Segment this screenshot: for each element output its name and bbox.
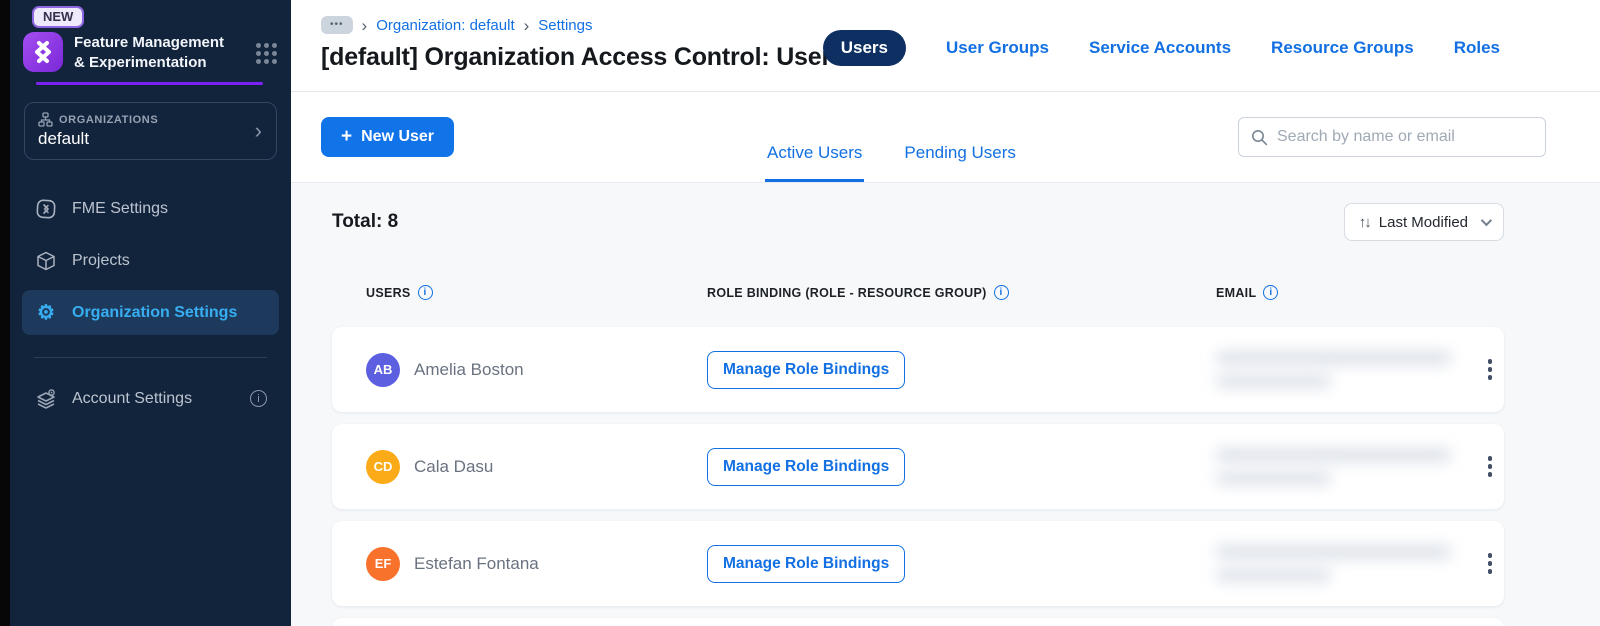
split-logo-icon <box>23 32 63 72</box>
kebab-menu-icon[interactable] <box>1478 452 1502 481</box>
kebab-menu-icon[interactable] <box>1478 355 1502 384</box>
redacted-email <box>1216 448 1466 485</box>
sidebar-item-label: Account Settings <box>72 389 193 407</box>
sidebar-item-label: Projects <box>72 251 130 269</box>
page-header: ••• › Organization: default › Settings [… <box>291 0 1600 92</box>
layers-gear-icon <box>34 387 58 411</box>
window-edge <box>0 0 10 626</box>
avatar: AB <box>366 352 400 387</box>
search-icon <box>1252 129 1268 145</box>
brand: Feature Management & Experimentation <box>22 31 277 73</box>
chevron-down-icon <box>1480 214 1493 227</box>
users-list-panel: Total: 8 ↑↓ Last Modified USERS i ROLE B… <box>291 183 1600 626</box>
table-header-row: USERS i ROLE BINDING (ROLE - RESOURCE GR… <box>332 285 1504 300</box>
sidebar-divider <box>34 357 267 358</box>
organizations-label: ORGANIZATIONS <box>59 113 159 126</box>
sidebar-item-organization-settings[interactable]: ⚙ Organization Settings <box>22 290 279 335</box>
avatar: EF <box>366 546 400 581</box>
info-icon[interactable]: i <box>250 390 267 407</box>
table-row: AB Amelia Boston Manage Role Bindings <box>332 327 1504 412</box>
organization-value: default <box>38 129 90 148</box>
column-header-role-binding: ROLE BINDING (ROLE - RESOURCE GROUP) i <box>707 285 1216 300</box>
info-icon[interactable]: i <box>417 285 433 300</box>
avatar: CD <box>366 449 400 484</box>
tab-active-users[interactable]: Active Users <box>765 143 865 182</box>
user-state-tabs: Active Users Pending Users <box>765 143 1018 182</box>
chevron-right-icon: › <box>254 118 262 143</box>
search-box <box>1238 117 1546 157</box>
organization-selector[interactable]: ORGANIZATIONS default › <box>24 102 277 160</box>
chevron-right-icon: › <box>523 15 530 35</box>
tab-pending-users[interactable]: Pending Users <box>902 143 1018 182</box>
user-name: Amelia Boston <box>414 359 524 379</box>
toolbar: + New User Active Users Pending Users <box>291 92 1600 183</box>
breadcrumb-ellipsis[interactable]: ••• <box>321 16 353 34</box>
cube-icon <box>34 250 58 272</box>
manage-role-bindings-button[interactable]: Manage Role Bindings <box>707 447 906 486</box>
sidebar-nav: FME Settings Projects ⚙ Organization Set… <box>10 186 291 421</box>
sidebar-item-label: FME Settings <box>72 199 169 217</box>
new-badge: NEW <box>32 6 85 28</box>
breadcrumb-link-organization[interactable]: Organization: default <box>376 17 514 34</box>
user-name: Cala Dasu <box>414 456 494 476</box>
access-control-nav: Users User Groups Service Accounts Resou… <box>822 30 1500 66</box>
brand-accent-rule <box>36 82 263 85</box>
search-input[interactable] <box>1277 128 1533 146</box>
sidebar-item-projects[interactable]: Projects <box>22 238 279 283</box>
table-row: CD Cala Dasu Manage Role Bindings <box>332 424 1504 509</box>
info-icon[interactable]: i <box>1263 285 1279 300</box>
kebab-menu-icon[interactable] <box>1478 549 1502 578</box>
user-name: Estefan Fontana <box>414 553 539 573</box>
total-count: Total: 8 <box>332 211 399 232</box>
manage-role-bindings-button[interactable]: Manage Role Bindings <box>707 350 906 389</box>
split-outline-icon <box>34 197 58 221</box>
sidebar-item-label: Organization Settings <box>72 303 238 321</box>
sidebar-item-fme-settings[interactable]: FME Settings <box>22 186 279 231</box>
user-cell: AB Amelia Boston <box>366 352 707 387</box>
table-row: EF Estefan Fontana Manage Role Bindings <box>332 521 1504 606</box>
tab-service-accounts[interactable]: Service Accounts <box>1089 38 1231 58</box>
column-header-users: USERS i <box>366 285 707 300</box>
new-user-button[interactable]: + New User <box>321 117 455 157</box>
new-user-button-label: New User <box>361 128 435 145</box>
sort-dropdown-value: Last Modified <box>1378 213 1468 231</box>
breadcrumb-link-settings[interactable]: Settings <box>538 17 592 34</box>
next-row-partial <box>332 618 1504 626</box>
chevron-right-icon: › <box>361 15 368 35</box>
tab-user-groups[interactable]: User Groups <box>946 38 1049 58</box>
user-cell: EF Estefan Fontana <box>366 546 707 581</box>
apps-grid-icon[interactable] <box>256 43 277 64</box>
info-icon[interactable]: i <box>993 285 1009 300</box>
users-table: AB Amelia Boston Manage Role Bindings CD… <box>332 327 1504 626</box>
user-cell: CD Cala Dasu <box>366 449 707 484</box>
column-header-email: EMAIL i <box>1216 285 1438 300</box>
tab-roles[interactable]: Roles <box>1454 38 1500 58</box>
tab-users[interactable]: Users <box>822 30 907 66</box>
manage-role-bindings-button[interactable]: Manage Role Bindings <box>707 544 906 583</box>
sidebar-item-account-settings[interactable]: Account Settings i <box>22 376 279 421</box>
product-title: Feature Management & Experimentation <box>74 34 225 71</box>
tab-resource-groups[interactable]: Resource Groups <box>1271 38 1414 58</box>
plus-icon: + <box>341 126 353 148</box>
sort-dropdown[interactable]: ↑↓ Last Modified <box>1343 203 1504 241</box>
sort-arrows-icon: ↑↓ <box>1358 213 1372 231</box>
hierarchy-icon <box>38 112 53 127</box>
gear-icon: ⚙ <box>37 301 55 324</box>
sidebar-header: NEW Feature Management & Experimentation <box>10 0 291 85</box>
redacted-email <box>1216 351 1466 388</box>
redacted-email <box>1216 545 1466 582</box>
sidebar: NEW Feature Management & Experimentation <box>10 0 291 626</box>
main-area: ••• › Organization: default › Settings [… <box>291 0 1600 626</box>
